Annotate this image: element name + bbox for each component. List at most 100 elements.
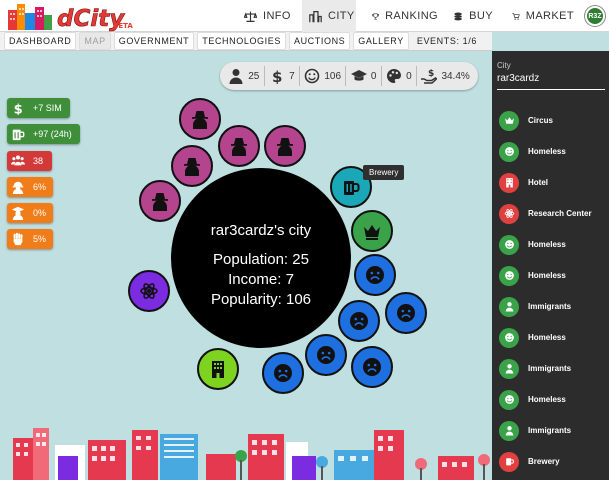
atom-icon xyxy=(499,203,519,224)
stat-education-value: 0 xyxy=(370,70,377,82)
sidebar-item-label: Circus xyxy=(528,116,553,125)
nav-city-label: CITY xyxy=(328,10,355,22)
building-circle-homeless[interactable] xyxy=(354,254,396,296)
building-circle-homeless[interactable] xyxy=(262,352,304,394)
stats-divider xyxy=(345,66,347,86)
sidebar-item-homeless[interactable]: Homeless xyxy=(492,229,609,260)
sidebar-item-homeless[interactable]: Homeless xyxy=(492,384,609,415)
nav-market[interactable]: MARKET xyxy=(512,0,574,32)
people-badge[interactable]: 38 xyxy=(7,151,52,171)
smile-icon xyxy=(305,68,320,84)
subnav-technologies[interactable]: TECHNOLOGIES xyxy=(197,32,286,50)
sidebar-item-immigrants[interactable]: Immigrants xyxy=(492,291,609,322)
education-badge-text: 0% xyxy=(33,208,47,218)
building-circle-spy[interactable] xyxy=(139,180,181,222)
sidebar-item-label: Immigrants xyxy=(528,426,572,435)
avatar-text: R3Z xyxy=(588,12,602,20)
city-population: Population: 25 xyxy=(213,251,309,268)
subnav-government[interactable]: GOVERNMENT xyxy=(113,32,195,50)
graduate-icon xyxy=(11,206,25,220)
trophy-icon xyxy=(372,13,380,19)
worker-badge[interactable]: 6% xyxy=(7,177,53,197)
subnav-dashboard[interactable]: DASHBOARD xyxy=(4,32,77,50)
sidebar-item-label: Brewery xyxy=(528,457,560,466)
svg-text:$: $ xyxy=(428,69,434,79)
svg-text:$: $ xyxy=(14,102,23,115)
stat-education: 0 xyxy=(350,68,377,84)
spy-icon xyxy=(192,111,208,129)
beer-icon xyxy=(499,451,519,472)
sidebar-item-homeless[interactable]: Homeless xyxy=(492,322,609,353)
building-circle-research[interactable] xyxy=(128,270,170,312)
nav-buy[interactable]: BUY xyxy=(453,0,493,32)
subnav-auctions[interactable]: AUCTIONS xyxy=(288,32,351,50)
nav-market-label: MARKET xyxy=(525,10,574,22)
sidebar-item-homeless[interactable]: Homeless xyxy=(492,136,609,167)
subnav-gallery[interactable]: GALLERY xyxy=(353,32,409,50)
person-icon xyxy=(499,296,519,317)
sidebar-item-hotel[interactable]: Hotel xyxy=(492,167,609,198)
sidebar-item-immigrants[interactable]: Immigrants xyxy=(492,353,609,384)
people-icon xyxy=(11,155,25,166)
sad-face-icon xyxy=(366,266,384,284)
stat-creativity-value: 0 xyxy=(406,70,412,82)
building-circle-hotel[interactable] xyxy=(197,348,239,390)
city-popularity: Popularity: 106 xyxy=(210,291,312,308)
fist-icon xyxy=(13,232,23,246)
building-circle-spy[interactable] xyxy=(218,125,260,167)
sidebar-item-homeless[interactable]: Homeless xyxy=(492,260,609,291)
subnav-map[interactable]: MAP xyxy=(79,32,111,50)
building-circle-spy[interactable] xyxy=(179,98,221,140)
stats-divider xyxy=(299,66,300,86)
smile-icon xyxy=(499,234,519,255)
sidebar-item-immigrants[interactable]: Immigrants xyxy=(492,415,609,446)
sidebar-item-brewery[interactable]: Brewery xyxy=(492,446,609,477)
stat-popularity-value: 106 xyxy=(324,70,342,82)
scale-icon xyxy=(244,11,257,22)
city-name-field[interactable]: rar3cardz xyxy=(497,73,605,90)
sad-face-icon xyxy=(274,364,292,382)
cart-icon xyxy=(512,12,520,20)
sidebar-item-label: Immigrants xyxy=(528,302,572,311)
svg-text:BETA: BETA xyxy=(113,22,133,30)
building-circle-homeless[interactable] xyxy=(305,334,347,376)
building-circle-circus[interactable] xyxy=(351,210,393,252)
nav-ranking-label: RANKING xyxy=(385,10,438,22)
building-tooltip: Brewery xyxy=(363,165,405,180)
stat-income: $ 7 xyxy=(269,68,295,84)
user-avatar[interactable]: R3Z xyxy=(585,6,605,26)
building-circle-homeless[interactable] xyxy=(351,346,393,388)
building-circle-homeless[interactable] xyxy=(385,292,427,334)
stat-creativity: 0 xyxy=(386,68,412,84)
dollar-icon: $ xyxy=(272,68,282,84)
building-circle-spy[interactable] xyxy=(264,125,306,167)
education-badge[interactable]: 0% xyxy=(7,203,53,223)
nav-ranking[interactable]: RANKING xyxy=(372,0,438,32)
subnav-events[interactable]: EVENTS: 1/6 xyxy=(412,32,482,50)
spy-icon xyxy=(277,138,293,156)
city-summary-circle[interactable]: rar3cardz's city Population: 25 Income: … xyxy=(171,168,351,348)
nav-city[interactable]: CITY xyxy=(302,0,356,32)
city-icon xyxy=(309,10,322,22)
stat-tax-value: 34.4% xyxy=(441,70,470,82)
sidebar-item-research-center[interactable]: Research Center xyxy=(492,198,609,229)
beer-income-badge[interactable]: +97 (24h) xyxy=(7,124,80,144)
nav-info[interactable]: INFO xyxy=(244,0,296,32)
city-stats-bar: 25 $ 7 106 0 0 $ 34.4% xyxy=(220,62,478,90)
smile-icon xyxy=(499,327,519,348)
income-sim-badge[interactable]: $ +7 SIM xyxy=(7,98,70,118)
sidebar-item-circus[interactable]: Circus xyxy=(492,105,609,136)
beer-icon xyxy=(12,129,25,141)
protest-badge[interactable]: 5% xyxy=(7,229,53,249)
spy-icon xyxy=(184,158,200,176)
hotel-icon xyxy=(499,172,519,193)
coins-icon xyxy=(454,12,462,20)
sidebar-item-label: Homeless xyxy=(528,395,566,404)
stat-popularity: 106 xyxy=(304,68,341,84)
city-skyline-illustration xyxy=(13,428,490,480)
people-badge-text: 38 xyxy=(33,156,44,166)
stat-population-value: 25 xyxy=(248,70,260,82)
dcity-logo[interactable]: dCity BETA xyxy=(2,0,152,32)
building-circle-spy[interactable] xyxy=(171,145,213,187)
protest-badge-text: 5% xyxy=(33,234,47,244)
